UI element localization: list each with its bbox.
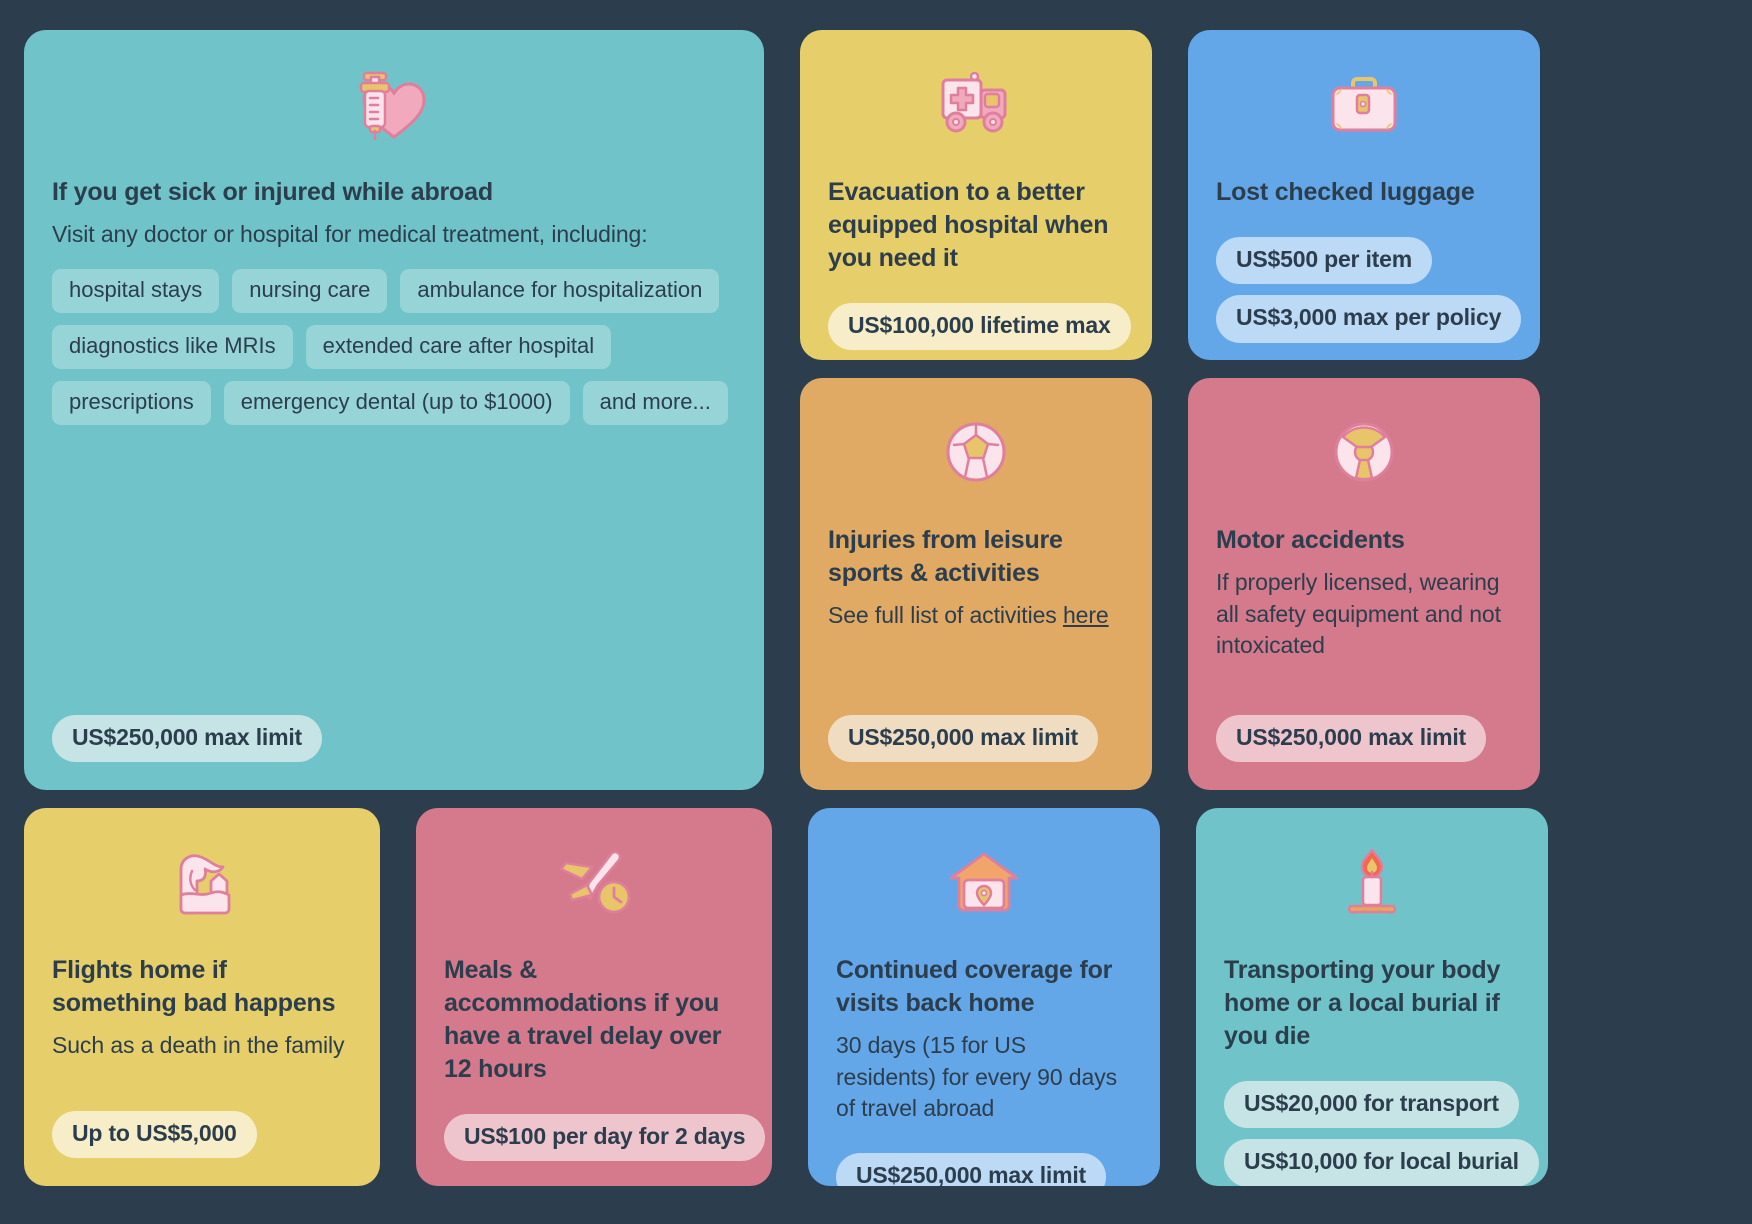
badge-group: US$20,000 for transport US$10,000 for lo…: [1224, 1081, 1539, 1186]
pill-item[interactable]: prescriptions: [52, 381, 211, 426]
badge-group: US$100 per day for 2 days: [444, 1114, 766, 1162]
pill-item[interactable]: hospital stays: [52, 268, 220, 313]
status-badge: Up to US$5,000: [52, 1110, 257, 1158]
subtitle-text: See full list of activities: [828, 602, 1063, 628]
card-flights-home[interactable]: Flights home if something bad happens Su…: [24, 808, 380, 1186]
card-title: Continued coverage for visits back home: [836, 956, 1113, 1017]
status-badge: US$250,000 max limit: [1216, 714, 1486, 762]
status-badge: US$10,000 for local burial: [1224, 1139, 1539, 1186]
wave-house-icon: [52, 836, 352, 928]
badge-group: US$250,000 max limit: [1216, 714, 1512, 762]
card-home-visits[interactable]: Continued coverage for visits back home …: [808, 808, 1160, 1186]
card-medical[interactable]: If you get sick or injured while abroad …: [24, 30, 764, 790]
status-badge: US$3,000 max per policy: [1216, 295, 1522, 343]
medical-pill-group: hospital stays nursing care ambulance fo…: [52, 268, 736, 426]
top-row: If you get sick or injured while abroad …: [24, 30, 1728, 790]
house-pin-icon: [836, 836, 1132, 928]
badge-group: US$250,000 max limit: [828, 714, 1124, 762]
card-subtitle: See full list of activities here: [828, 600, 1124, 632]
syringe-heart-icon: [52, 58, 736, 150]
right-column: Lost checked luggage US$500 per item US$…: [1188, 30, 1540, 790]
card-subtitle: If properly licensed, wearing all safety…: [1216, 569, 1501, 659]
status-badge: US$250,000 max limit: [828, 714, 1098, 762]
candle-icon: [1224, 836, 1520, 928]
card-title: Lost checked luggage: [1216, 178, 1475, 206]
card-repatriation[interactable]: Transporting your body home or a local b…: [1196, 808, 1548, 1186]
pill-item[interactable]: and more...: [582, 381, 728, 426]
middle-column: Evacuation to a better equipped hospital…: [800, 30, 1152, 790]
steering-wheel-icon: [1216, 406, 1512, 498]
card-title: Meals & accommodations if you have a tra…: [444, 956, 722, 1083]
card-title: Flights home if something bad happens: [52, 956, 336, 1017]
pill-item[interactable]: extended care after hospital: [305, 324, 612, 370]
pill-item[interactable]: nursing care: [232, 268, 388, 313]
badge-group: US$500 per item US$3,000 max per policy: [1216, 237, 1522, 343]
status-badge: US$250,000 max limit: [52, 714, 322, 762]
status-badge: US$250,000 max limit: [836, 1153, 1106, 1186]
card-title: Evacuation to a better equipped hospital…: [828, 178, 1109, 272]
card-subtitle: Such as a death in the family: [52, 1032, 345, 1058]
status-badge: US$100 per day for 2 days: [444, 1114, 766, 1162]
card-evacuation[interactable]: Evacuation to a better equipped hospital…: [800, 30, 1152, 360]
bottom-row: Flights home if something bad happens Su…: [24, 808, 1728, 1186]
badge-group: Up to US$5,000: [52, 1110, 352, 1158]
benefits-grid: If you get sick or injured while abroad …: [0, 0, 1752, 1224]
pill-item[interactable]: emergency dental (up to $1000): [223, 381, 570, 426]
card-title: If you get sick or injured while abroad: [52, 178, 493, 206]
pill-item[interactable]: ambulance for hospitalization: [400, 268, 720, 313]
status-badge: US$100,000 lifetime max: [828, 303, 1131, 351]
badge-group: US$250,000 max limit: [52, 714, 736, 762]
card-title: Transporting your body home or a local b…: [1224, 956, 1501, 1050]
soccer-ball-icon: [828, 406, 1124, 498]
card-sports[interactable]: Injuries from leisure sports & activitie…: [800, 378, 1152, 790]
pill-item[interactable]: diagnostics like MRIs: [52, 324, 293, 370]
activities-list-link[interactable]: here: [1063, 602, 1109, 628]
card-title: Injuries from leisure sports & activitie…: [828, 526, 1063, 587]
status-badge: US$20,000 for transport: [1224, 1081, 1519, 1129]
card-title: Motor accidents: [1216, 526, 1405, 554]
card-subtitle: 30 days (15 for US residents) for every …: [836, 1032, 1117, 1122]
card-subtitle: Visit any doctor or hospital for medical…: [52, 221, 648, 247]
card-motor[interactable]: Motor accidents If properly licensed, we…: [1188, 378, 1540, 790]
status-badge: US$500 per item: [1216, 237, 1432, 285]
badge-group: US$250,000 max limit: [836, 1153, 1132, 1186]
card-travel-delay[interactable]: Meals & accommodations if you have a tra…: [416, 808, 772, 1186]
suitcase-icon: [1216, 58, 1512, 150]
plane-clock-icon: [444, 836, 744, 928]
badge-group: US$100,000 lifetime max: [828, 303, 1131, 351]
card-luggage[interactable]: Lost checked luggage US$500 per item US$…: [1188, 30, 1540, 360]
ambulance-icon: [828, 58, 1124, 150]
